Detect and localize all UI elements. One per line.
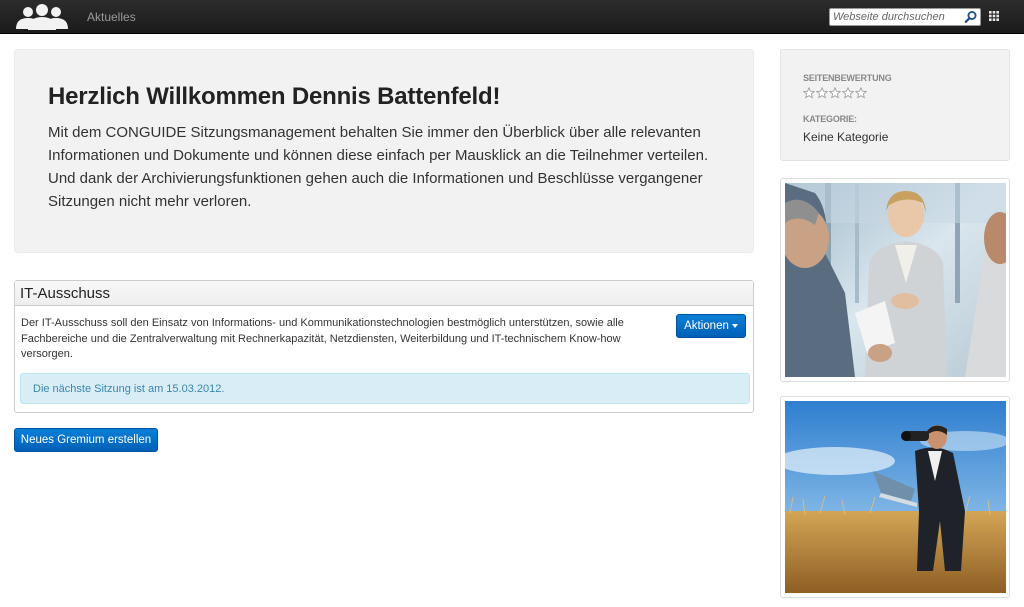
search-box	[829, 8, 981, 26]
binoculars-field-image	[785, 401, 1006, 593]
actions-label: Aktionen	[684, 320, 729, 332]
photo-binoculars	[780, 396, 1010, 598]
welcome-text: Mit dem CONGUIDE Sitzungsmanagement beha…	[48, 124, 709, 210]
nav-link-aktuelles[interactable]: Aktuelles	[87, 10, 136, 24]
new-committee-button[interactable]: Neues Gremium erstellen	[14, 428, 158, 452]
caret-down-icon	[731, 323, 738, 328]
committee-description: Der IT-Ausschuss soll den Einsatz von In…	[21, 317, 624, 360]
users-group-icon[interactable]	[14, 3, 70, 31]
star-icon[interactable]	[803, 87, 815, 99]
category-value: Keine Kategorie	[803, 130, 889, 144]
top-navbar: Aktuelles	[0, 0, 1024, 34]
category-label: KATEGORIE:	[803, 114, 857, 124]
magnifier-icon[interactable]	[964, 10, 978, 24]
welcome-hero: Herzlich Willkommen Dennis Battenfeld! M…	[14, 49, 754, 253]
grid-icon[interactable]	[989, 11, 999, 21]
photo-business-meeting	[780, 178, 1010, 382]
star-icon[interactable]	[816, 87, 828, 99]
committee-panel: IT-Ausschuss Der IT-Ausschuss soll den E…	[14, 280, 754, 413]
rating-label: SEITENBEWERTUNG	[803, 73, 892, 83]
business-meeting-image	[785, 183, 1006, 377]
search-input[interactable]	[833, 10, 961, 24]
welcome-heading: Herzlich Willkommen Dennis Battenfeld!	[48, 83, 501, 110]
star-icon[interactable]	[855, 87, 867, 99]
star-icon[interactable]	[842, 87, 854, 99]
star-rating[interactable]	[803, 87, 867, 99]
committee-title: IT-Ausschuss	[15, 281, 753, 306]
next-meeting-alert: Die nächste Sitzung ist am 15.03.2012.	[20, 373, 750, 404]
actions-dropdown-button[interactable]: Aktionen	[676, 314, 746, 338]
page-info-box: SEITENBEWERTUNG KATEGORIE: Keine Kategor…	[780, 49, 1010, 161]
star-icon[interactable]	[829, 87, 841, 99]
